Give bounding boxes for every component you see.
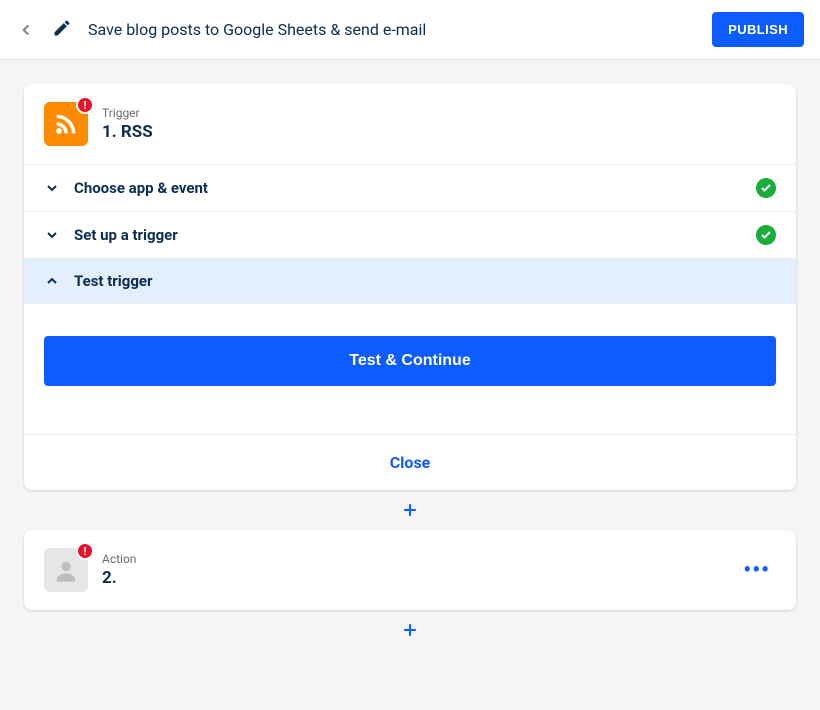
- chevron-down-icon: [44, 180, 60, 196]
- chevron-up-icon: [44, 273, 60, 289]
- action-header-text: Action 2.: [102, 552, 136, 588]
- rss-app-icon: !: [44, 102, 88, 146]
- step-type-label: Trigger: [102, 106, 153, 120]
- app-header: Save blog posts to Google Sheets & send …: [0, 0, 820, 60]
- test-panel: Test & Continue: [24, 304, 796, 434]
- pencil-icon: [52, 18, 72, 38]
- add-step-end: [24, 610, 796, 650]
- step-type-label: Action: [102, 552, 136, 566]
- plus-icon: [400, 620, 420, 640]
- accordion-label: Choose app & event: [74, 179, 208, 197]
- workflow-title: Save blog posts to Google Sheets & send …: [88, 20, 426, 39]
- edit-title-button[interactable]: [52, 18, 72, 42]
- check-icon: [760, 229, 772, 241]
- chevron-down-icon: [44, 227, 60, 243]
- back-button[interactable]: [16, 20, 36, 40]
- placeholder-app-icon: !: [44, 548, 88, 592]
- check-icon: [760, 182, 772, 194]
- content-area: ! Trigger 1. RSS Choose app & event: [0, 60, 820, 650]
- add-step-button[interactable]: [396, 496, 424, 524]
- accordion-left: Set up a trigger: [44, 226, 178, 244]
- plus-icon: [400, 500, 420, 520]
- choose-app-section[interactable]: Choose app & event: [24, 165, 796, 212]
- close-button[interactable]: Close: [390, 453, 431, 472]
- card-footer: Close: [24, 434, 796, 490]
- alert-badge: !: [76, 96, 94, 114]
- person-placeholder-icon: [52, 556, 80, 584]
- accordion-label: Test trigger: [74, 272, 153, 290]
- trigger-step-card: ! Trigger 1. RSS Choose app & event: [24, 84, 796, 490]
- setup-trigger-section[interactable]: Set up a trigger: [24, 212, 796, 259]
- status-success-badge: [756, 178, 776, 198]
- more-horizontal-icon: •••: [743, 558, 770, 583]
- trigger-header-text: Trigger 1. RSS: [102, 106, 153, 142]
- publish-button[interactable]: PUBLISH: [712, 12, 804, 47]
- accordion-label: Set up a trigger: [74, 226, 178, 244]
- test-continue-button[interactable]: Test & Continue: [44, 336, 776, 386]
- status-success-badge: [756, 225, 776, 245]
- rss-icon: [52, 110, 80, 138]
- add-step-between: [24, 490, 796, 530]
- add-step-button[interactable]: [396, 616, 424, 644]
- accordion-left: Choose app & event: [44, 179, 208, 197]
- step-more-menu[interactable]: •••: [743, 558, 776, 583]
- alert-badge: !: [76, 542, 94, 560]
- action-step-card[interactable]: ! Action 2. •••: [24, 530, 796, 610]
- step-title: 2.: [102, 568, 136, 588]
- step-title: 1. RSS: [102, 122, 153, 142]
- trigger-card-header[interactable]: ! Trigger 1. RSS: [24, 84, 796, 165]
- header-left-group: Save blog posts to Google Sheets & send …: [16, 18, 426, 42]
- test-trigger-section[interactable]: Test trigger: [24, 259, 796, 304]
- accordion-left: Test trigger: [44, 272, 153, 290]
- action-card-header: ! Action 2. •••: [24, 530, 796, 610]
- chevron-left-icon: [17, 21, 35, 39]
